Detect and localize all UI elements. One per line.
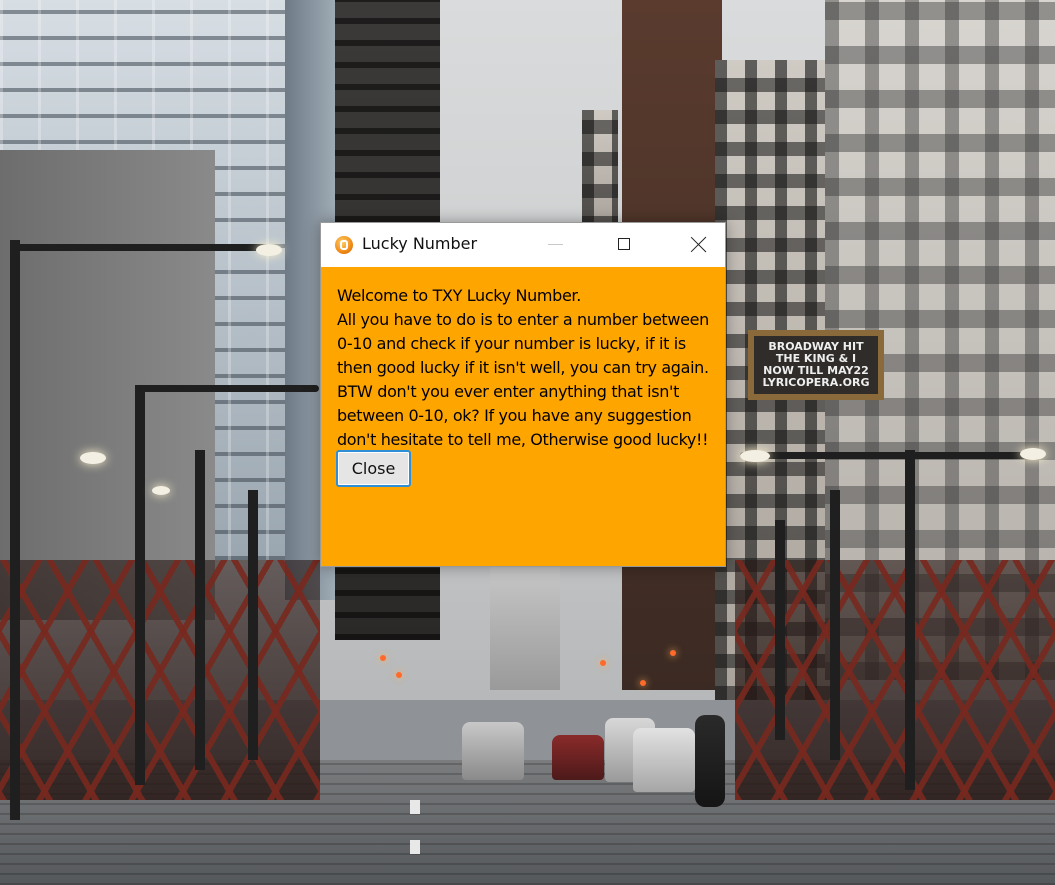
street-lamp bbox=[256, 244, 282, 256]
car bbox=[552, 735, 604, 780]
left-bridge-truss bbox=[0, 560, 320, 800]
street-lamp bbox=[1020, 448, 1046, 460]
lamp-pole bbox=[10, 240, 20, 820]
lamp-arm bbox=[14, 244, 274, 251]
car bbox=[633, 728, 695, 792]
lane-marking bbox=[410, 800, 420, 814]
lamp-pole bbox=[195, 450, 205, 770]
title-bar[interactable]: Lucky Number bbox=[321, 223, 725, 267]
close-icon bbox=[690, 236, 707, 253]
minimize-button[interactable] bbox=[532, 223, 578, 267]
lamp-pole bbox=[905, 450, 915, 790]
traffic-light bbox=[670, 650, 676, 656]
message-line: between 0-10, ok? If you have any sugges… bbox=[337, 406, 692, 425]
window-title: Lucky Number bbox=[362, 234, 478, 253]
minimize-icon bbox=[548, 244, 563, 245]
lamp-pole bbox=[830, 490, 840, 760]
lamp-arm bbox=[740, 452, 1040, 459]
car bbox=[462, 722, 524, 780]
lamp-arm bbox=[139, 385, 319, 392]
distant-street bbox=[490, 560, 560, 690]
message-line: All you have to do is to enter a number … bbox=[337, 310, 709, 329]
traffic-light bbox=[640, 680, 646, 686]
broadway-marquee-sign: BROADWAY HIT THE KING & I NOW TILL MAY22… bbox=[748, 330, 884, 400]
message-line: don't hesitate to tell me, Otherwise goo… bbox=[337, 430, 709, 449]
street-lamp bbox=[740, 450, 770, 462]
message-line: 0-10 and check if your number is lucky, … bbox=[337, 334, 686, 353]
maximize-icon bbox=[618, 238, 630, 250]
lane-marking bbox=[410, 840, 420, 854]
message-line: then good lucky if it isn't well, you ca… bbox=[337, 358, 709, 377]
lamp-pole bbox=[248, 490, 258, 760]
message-line: BTW don't you ever enter anything that i… bbox=[337, 382, 679, 401]
close-button[interactable]: Close bbox=[336, 450, 411, 487]
traffic-light bbox=[600, 660, 606, 666]
maximize-button[interactable] bbox=[602, 223, 648, 267]
traffic-light bbox=[380, 655, 386, 661]
welcome-message: Welcome to TXY Lucky Number. All you have… bbox=[337, 284, 725, 452]
message-line: Welcome to TXY Lucky Number. bbox=[337, 286, 581, 305]
lucky-number-window: Lucky Number Welcome to TXY Lucky Number… bbox=[320, 222, 726, 567]
distant-building bbox=[582, 110, 618, 230]
lamp-pole bbox=[135, 385, 145, 785]
lamp-pole bbox=[775, 520, 785, 740]
marquee-line: LYRICOPERA.ORG bbox=[762, 376, 870, 389]
traffic-light bbox=[396, 672, 402, 678]
app-icon bbox=[335, 236, 353, 254]
cyclist bbox=[695, 715, 725, 807]
street-lamp bbox=[80, 452, 106, 464]
street-lamp bbox=[152, 486, 170, 495]
close-window-button[interactable] bbox=[675, 223, 721, 267]
